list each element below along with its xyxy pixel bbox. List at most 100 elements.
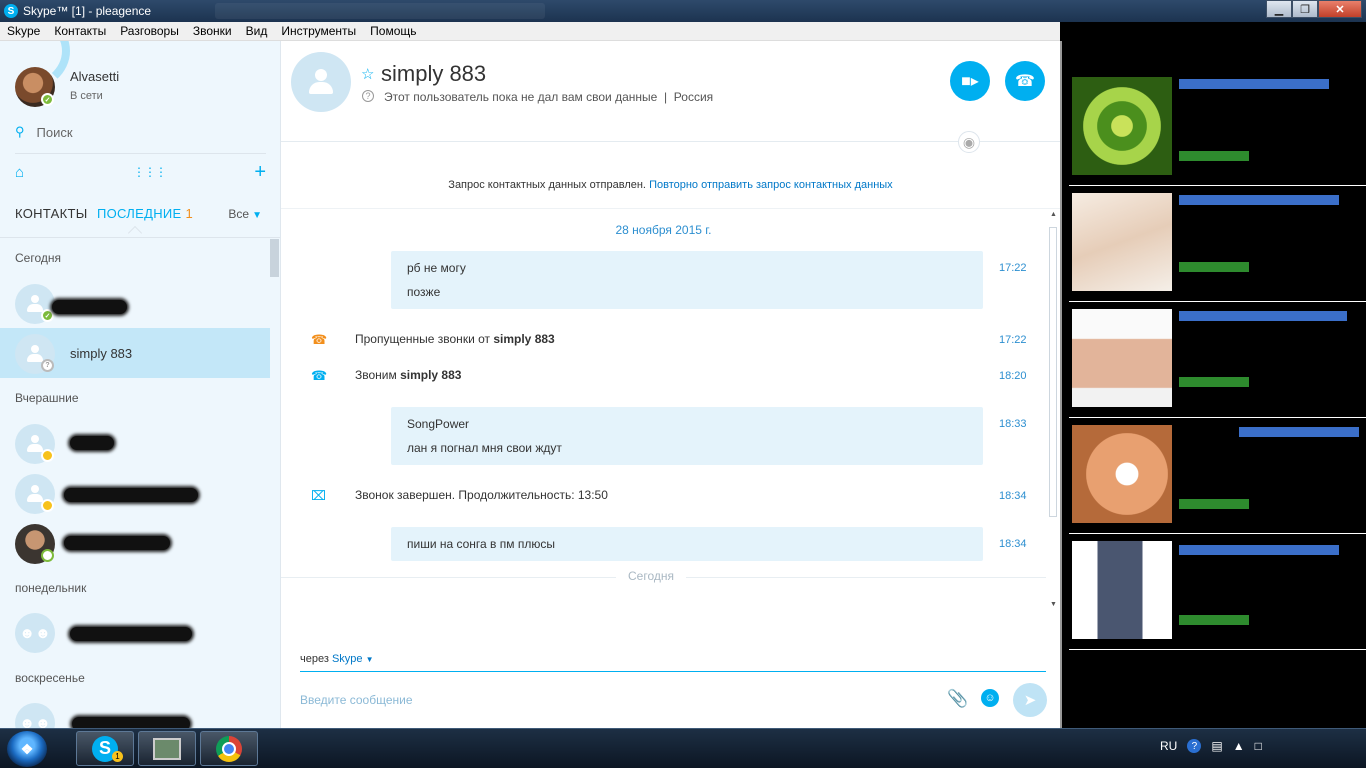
menu-help[interactable]: Помощь <box>363 24 423 38</box>
contact-avatar[interactable] <box>291 52 351 112</box>
online-status-icon: ✓ <box>41 93 54 106</box>
help-icon: ? <box>362 90 374 102</box>
message-time: 18:34 <box>999 538 1027 550</box>
sidebar-scrollbar[interactable] <box>270 239 279 277</box>
ad-image-cream <box>1072 425 1172 523</box>
scroll-down-icon[interactable]: ▼ <box>1050 601 1057 608</box>
video-camera-icon: ■▸ <box>961 73 979 90</box>
audio-call-button[interactable]: ☎ <box>1005 61 1045 101</box>
ad-item[interactable] <box>1069 303 1366 418</box>
menu-tools[interactable]: Инструменты <box>274 24 363 38</box>
show-desktop-icon[interactable]: □ <box>1255 739 1262 753</box>
taskbar-skype[interactable]: S 1 <box>76 731 134 766</box>
filter-dropdown[interactable]: Все ▼ <box>228 207 262 221</box>
profile-status[interactable]: В сети <box>70 90 103 102</box>
info-separator: | <box>664 90 668 104</box>
redacted-name <box>52 300 127 314</box>
event-text: Звоним <box>355 368 401 382</box>
send-via-selector[interactable]: через Skype ▼ <box>300 653 374 665</box>
event-text: Пропущенные звонки от <box>355 332 494 346</box>
offline-status-icon <box>41 549 54 562</box>
taskbar-app[interactable] <box>138 731 196 766</box>
section-yesterday: Вчерашние <box>15 391 79 405</box>
start-button[interactable]: ❖ <box>7 731 47 767</box>
send-arrow-icon: ➤ <box>1023 692 1037 709</box>
message-input[interactable] <box>300 691 920 709</box>
menu-view[interactable]: Вид <box>239 24 275 38</box>
conversation-header: ☆ simply 883 ? Этот пользователь пока не… <box>281 41 1060 141</box>
add-icon[interactable]: + <box>254 161 266 184</box>
resend-request-link[interactable]: Повторно отправить запрос контактных дан… <box>649 179 893 191</box>
event-time: 17:22 <box>999 334 1027 346</box>
scroll-thumb[interactable] <box>1049 227 1057 517</box>
conversation-panel: ☆ simply 883 ? Этот пользователь пока не… <box>281 41 1060 728</box>
chevron-down-icon: ▼ <box>365 655 374 664</box>
system-tray: RU ? ▤ ▲ □ <box>1160 739 1272 753</box>
message-bubble[interactable]: рб не могу позже <box>391 251 983 309</box>
menu-contacts[interactable]: Контакты <box>47 24 113 38</box>
chrome-icon <box>216 735 242 762</box>
list-item-selected[interactable]: ? simply 883 <box>0 328 270 378</box>
video-call-button[interactable]: ■▸ <box>950 61 990 101</box>
tab-recent[interactable]: ПОСЛЕДНИЕ 1 <box>97 206 193 221</box>
profile-panel[interactable]: ✓ Alvasetti В сети <box>0 41 280 111</box>
paperclip-icon[interactable]: 📎 <box>947 689 968 709</box>
taskbar-chrome[interactable] <box>200 731 258 766</box>
favorite-star-icon[interactable]: ☆ <box>361 65 374 83</box>
close-button[interactable]: ✕ <box>1318 0 1362 18</box>
ad-item[interactable] <box>1069 419 1366 534</box>
send-button[interactable]: ➤ <box>1013 683 1047 717</box>
request-text: Запрос контактных данных отправлен. <box>448 179 646 191</box>
home-icon[interactable]: ⌂ <box>15 164 24 181</box>
event-contact: simply 883 <box>493 332 555 346</box>
window-controls: ▁ ❐ ✕ <box>1266 0 1362 18</box>
language-indicator[interactable]: RU <box>1160 739 1177 753</box>
divider <box>0 237 280 238</box>
list-item[interactable]: ✓ <box>0 278 270 328</box>
redacted-name <box>72 717 190 728</box>
tab-contacts[interactable]: КОНТАКТЫ <box>15 206 88 221</box>
taskbar: ❖ S 1 RU ? ▤ ▲ □ <box>0 728 1366 768</box>
filter-label: Все <box>228 207 250 221</box>
message-bubble[interactable]: пиши на сонга в пм плюсы <box>391 527 983 561</box>
message-bubble[interactable]: SongPower лан я погнал мня свои ждут <box>391 407 983 465</box>
chat-scrollbar[interactable]: ▲ ▼ <box>1047 211 1059 611</box>
tray-up-arrow-icon[interactable]: ▲ <box>1233 739 1245 753</box>
scroll-up-icon[interactable]: ▲ <box>1050 211 1057 218</box>
network-icon[interactable]: ▤ <box>1211 739 1222 753</box>
minimize-button[interactable]: ▁ <box>1266 0 1292 18</box>
date-separator: 28 ноября 2015 г. <box>615 223 712 237</box>
list-item[interactable] <box>0 518 270 568</box>
group-icon: ☻☻ <box>15 613 55 653</box>
search-box[interactable]: ⚲ Поиск <box>15 123 73 141</box>
menu-skype[interactable]: Skype <box>0 24 47 38</box>
message-line: позже <box>407 285 441 299</box>
ad-item[interactable] <box>1069 535 1366 650</box>
list-item[interactable] <box>0 418 270 468</box>
globe-icon[interactable]: ◉ <box>958 131 980 153</box>
event-time: 18:34 <box>999 490 1027 502</box>
help-icon[interactable]: ? <box>1187 739 1202 753</box>
maximize-button[interactable]: ❐ <box>1292 0 1318 18</box>
call-ended-event: Звонок завершен. Продолжительность: 13:5… <box>355 488 608 502</box>
input-divider <box>300 671 1046 672</box>
divider <box>281 141 1060 142</box>
ad-image-abs <box>1072 309 1172 407</box>
dialpad-icon[interactable]: ⋮⋮⋮ <box>133 165 167 179</box>
ad-item[interactable] <box>1069 187 1366 302</box>
menu-calls[interactable]: Звонки <box>186 24 239 38</box>
contact-country: Россия <box>673 90 714 104</box>
unread-count: 1 <box>185 206 194 221</box>
person-icon <box>26 345 44 363</box>
list-item[interactable]: ☻☻ <box>0 607 270 657</box>
call-ended-icon: ⌧ <box>311 488 326 503</box>
menu-conversations[interactable]: Разговоры <box>113 24 186 38</box>
list-item[interactable]: ☻☻ <box>0 697 270 728</box>
ad-image-tomato <box>1072 77 1172 175</box>
redacted-name <box>64 488 198 502</box>
redacted-name <box>64 536 170 550</box>
emoticon-icon[interactable]: ☺ <box>981 689 999 707</box>
ad-item[interactable] <box>1069 71 1366 186</box>
message-time: 17:22 <box>999 262 1027 274</box>
list-item[interactable] <box>0 468 270 518</box>
